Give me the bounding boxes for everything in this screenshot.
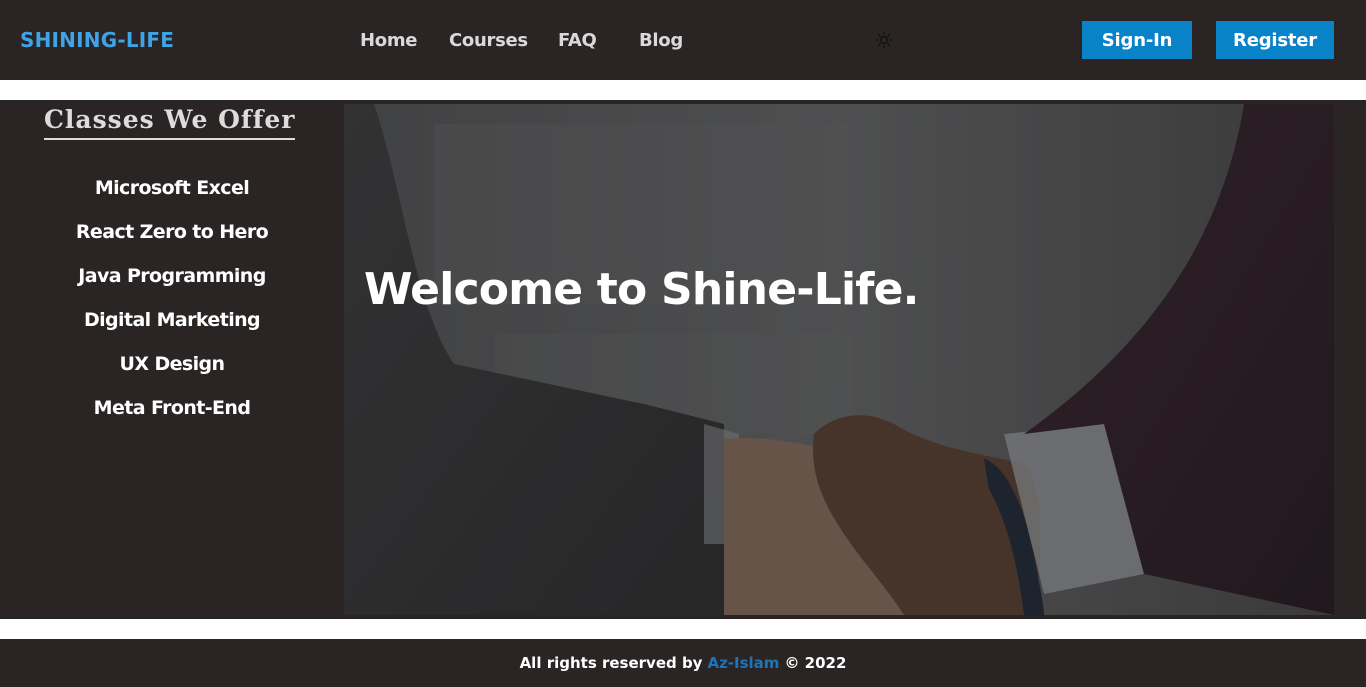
class-item-label: Java Programming [78,265,266,287]
nav-link-blog[interactable]: Blog [639,30,683,51]
hero-title: Welcome to Shine-Life. [364,264,919,315]
top-navbar: SHINING-LIFE Home Courses FAQ Blog Sign-… [0,0,1366,80]
class-item-label: Digital Marketing [83,309,261,331]
nav-link-courses[interactable]: Courses [449,30,528,51]
class-list: Microsoft Excel React Zero to Hero Java … [0,174,344,438]
classes-sidebar: Classes We Offer Microsoft Excel React Z… [0,100,344,619]
nav-link-home[interactable]: Home [360,30,418,51]
footer-prefix: All rights reserved by [519,654,703,672]
footer-copyright: © 2022 [784,654,847,672]
main-content: Classes We Offer Microsoft Excel React Z… [0,100,1366,619]
sign-in-button[interactable]: Sign-In [1082,21,1192,59]
brand-logo-link[interactable]: SHINING-LIFE [20,28,174,52]
footer-author-link[interactable]: Az-Islam [707,654,779,672]
class-item-java-programming[interactable]: Java Programming [0,262,344,306]
footer: All rights reserved by Az-Islam © 2022 [0,639,1366,687]
class-item-react-zero-to-hero[interactable]: React Zero to Hero [0,218,344,262]
theme-toggle-button[interactable] [874,30,894,50]
class-item-label: React Zero to Hero [75,221,269,243]
class-item-microsoft-excel[interactable]: Microsoft Excel [0,174,344,218]
nav-link-faq[interactable]: FAQ [558,30,597,51]
handshake-background-image [344,104,1334,615]
class-item-meta-front-end[interactable]: Meta Front-End [0,394,344,438]
class-item-label: Meta Front-End [93,397,251,419]
class-item-label: UX Design [119,353,226,375]
class-item-label: Microsoft Excel [94,177,250,199]
class-item-digital-marketing[interactable]: Digital Marketing [0,306,344,350]
register-button[interactable]: Register [1216,21,1334,59]
hero-banner: Welcome to Shine-Life. [344,104,1334,615]
class-item-ux-design[interactable]: UX Design [0,350,344,394]
sun-icon [875,31,893,49]
sidebar-title: Classes We Offer [44,105,296,140]
